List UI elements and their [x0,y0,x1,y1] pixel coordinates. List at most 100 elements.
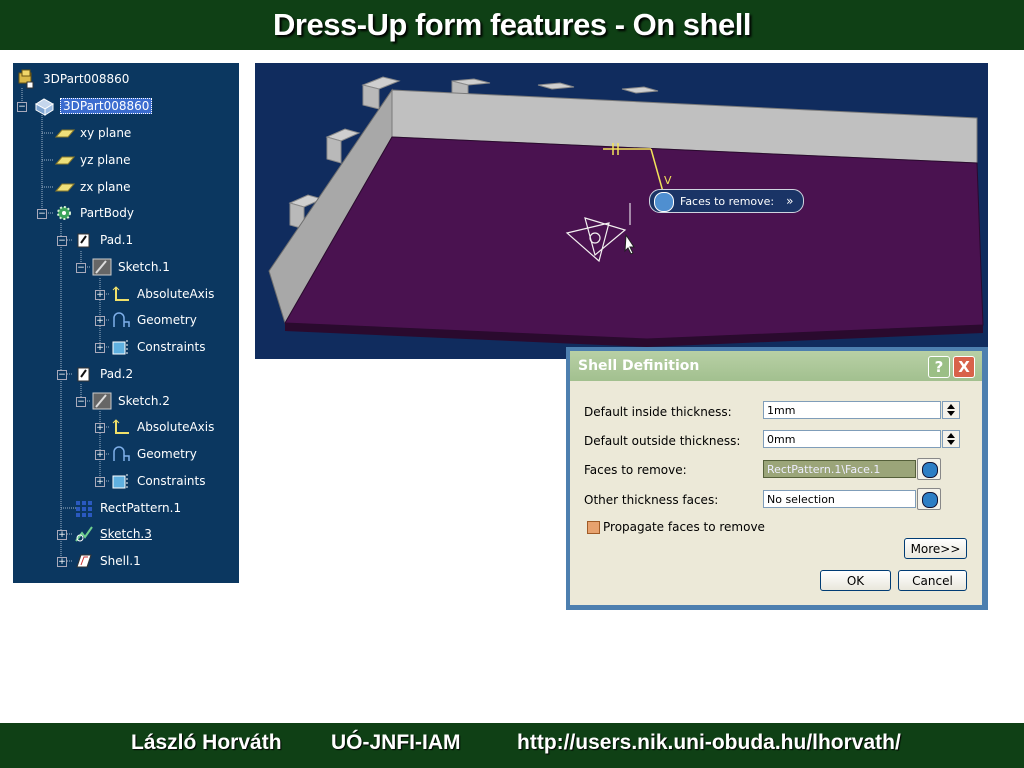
3d-viewport[interactable]: V Faces to remove: » [255,63,988,359]
propagate-checkbox[interactable] [587,521,600,534]
tree-node-sketch1-constraints[interactable]: Constraints [110,337,205,357]
expand-icon[interactable]: + [95,423,105,433]
tree-node-sketch2-constraints[interactable]: Constraints [110,471,205,491]
specification-tree: 3DPart008860 − 3DPart008860 xy plane yz … [13,63,239,583]
expand-icon[interactable]: + [95,343,105,353]
outside-thickness-field[interactable]: 0mm [763,430,941,448]
faces-to-remove-label: Faces to remove: [584,463,687,477]
expand-icon[interactable]: + [57,557,67,567]
collapse-icon[interactable]: − [76,397,86,407]
tree-node-sketch2-axis[interactable]: AbsoluteAxis [110,417,214,437]
shell-icon [73,551,95,571]
expand-icon[interactable]: + [95,290,105,300]
help-button[interactable]: ? [928,356,950,378]
tree-label-sketch2: Sketch.2 [118,394,170,408]
constraints-icon [110,337,132,357]
tree-label-root: 3DPart008860 [43,72,130,86]
tree-label-yz-plane: yz plane [80,153,131,167]
other-faces-field[interactable]: No selection [763,490,916,508]
tree-label-pad2: Pad.2 [100,367,134,381]
sketch-icon [91,391,113,411]
sketch-icon [73,524,95,544]
face-list-icon [922,492,938,508]
inside-thickness-label: Default inside thickness: [584,405,732,419]
collapse-icon[interactable]: − [57,236,67,246]
collapse-icon[interactable]: − [17,102,27,112]
expand-icon[interactable]: + [95,450,105,460]
other-faces-list-button[interactable] [917,488,941,510]
footer-author: László Horváth [131,731,282,754]
tree-node-part[interactable]: 3DPart008860 [33,96,153,116]
geometry-icon [110,310,132,330]
tree-label-sketch2-geometry: Geometry [137,447,197,461]
partbody-gear-icon [53,203,75,223]
sketch-icon [91,257,113,277]
dialog-title-bar[interactable]: Shell Definition ? X [570,351,982,381]
constraints-icon [110,471,132,491]
dialog-title: Shell Definition [578,358,700,374]
outside-thickness-label: Default outside thickness: [584,434,741,448]
footer-url[interactable]: http://users.nik.uni-obuda.hu/lhorvath/ [517,731,901,755]
plane-icon [53,150,76,170]
collapse-icon[interactable]: − [57,370,67,380]
face-list-icon [922,462,938,478]
cancel-button[interactable]: Cancel [898,570,967,591]
plane-icon [53,123,76,143]
pad-icon [73,230,95,250]
tree-node-yz-plane[interactable]: yz plane [53,150,131,170]
pattern-icon [73,498,95,518]
expand-icon[interactable]: + [95,316,105,326]
tree-node-xy-plane[interactable]: xy plane [53,123,131,143]
tree-node-sketch1-axis[interactable]: AbsoluteAxis [110,284,214,304]
tree-node-sketch3[interactable]: Sketch.3 [73,524,152,544]
tree-node-sketch1[interactable]: Sketch.1 [91,257,170,277]
part-document-icon [16,69,38,89]
inside-thickness-field[interactable]: 1mm [763,401,941,419]
collapse-icon[interactable]: − [76,263,86,273]
tree-label-shell: Shell.1 [100,554,141,568]
close-button[interactable]: X [953,356,975,378]
plane-icon [53,177,76,197]
faces-to-remove-tooltip[interactable]: Faces to remove: » [649,189,805,213]
shell-part-geometry: V [268,76,984,347]
expand-icon[interactable]: + [95,477,105,487]
tree-node-sketch2-geometry[interactable]: Geometry [110,444,197,464]
axis-icon [110,284,132,304]
tree-label-sketch2-constraints: Constraints [137,474,206,488]
tree-node-pad1[interactable]: Pad.1 [73,230,133,250]
tooltip-text: Faces to remove: [680,194,775,208]
tree-label-partbody: PartBody [80,206,134,220]
tree-node-root[interactable]: 3DPart008860 [16,69,129,89]
axis-icon [110,417,132,437]
tree-label-rectpattern: RectPattern.1 [100,501,182,515]
faces-list-button[interactable] [917,458,941,480]
tree-node-partbody[interactable]: PartBody [53,203,134,223]
tree-node-shell[interactable]: Shell.1 [73,551,141,571]
tree-node-sketch2[interactable]: Sketch.2 [91,391,170,411]
tree-label-part: 3DPart008860 [60,98,153,114]
outside-thickness-spinner[interactable] [942,430,960,448]
other-faces-label: Other thickness faces: [584,493,719,507]
tree-label-xy-plane: xy plane [80,126,132,140]
slide-title-bar: Dress-Up form features - On shell [0,0,1024,50]
pad-icon [73,364,95,384]
more-button[interactable]: More>> [904,538,967,559]
tree-node-rectpattern[interactable]: RectPattern.1 [73,498,181,518]
faces-to-remove-field[interactable]: RectPattern.1\Face.1 [763,460,916,478]
tree-label-sketch1: Sketch.1 [118,260,170,274]
collapse-icon[interactable]: − [37,209,47,219]
part-icon [33,96,55,116]
tree-label-sketch1-axis: AbsoluteAxis [137,287,215,301]
tree-label-sketch1-geometry: Geometry [137,313,197,327]
inside-thickness-spinner[interactable] [942,401,960,419]
ok-button[interactable]: OK [820,570,891,591]
tree-label-sketch1-constraints: Constraints [137,340,206,354]
tree-node-sketch1-geometry[interactable]: Geometry [110,310,197,330]
propagate-label: Propagate faces to remove [603,520,765,534]
tree-label-zx-plane: zx plane [80,180,131,194]
tree-node-pad2[interactable]: Pad.2 [73,364,133,384]
slide-footer: László Horváth UÓ-JNFI-IAM http://users.… [0,723,1024,768]
shell-definition-dialog: Shell Definition ? X Default inside thic… [566,347,988,610]
expand-icon[interactable]: + [57,530,67,540]
tree-node-zx-plane[interactable]: zx plane [53,177,131,197]
